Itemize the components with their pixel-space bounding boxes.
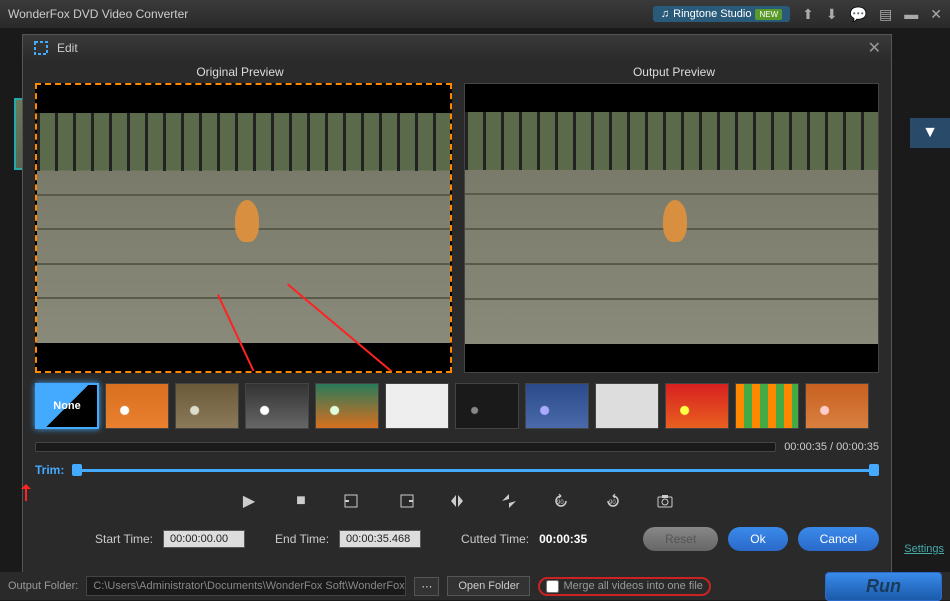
chevron-down-icon: ▼ (922, 124, 938, 142)
end-time-label: End Time: (275, 532, 329, 546)
effect-thumb[interactable] (525, 383, 589, 429)
browse-button[interactable]: ⋯ (414, 577, 439, 596)
effect-thumb[interactable] (245, 383, 309, 429)
effect-thumb[interactable] (385, 383, 449, 429)
close-app-icon[interactable]: ✕ (930, 6, 942, 23)
effects-strip: None (23, 373, 891, 437)
ringtone-icon: ♫ (661, 8, 669, 20)
end-time-input[interactable] (339, 530, 421, 548)
output-folder-label: Output Folder: (8, 580, 78, 592)
output-path-field[interactable]: C:\Users\Administrator\Documents\WonderF… (86, 576, 406, 596)
cutted-time-value: 00:00:35 (539, 532, 587, 546)
trim-slider[interactable] (72, 464, 879, 476)
flip-horizontal-button[interactable] (445, 491, 469, 511)
time-display: 00:00:35 / 00:00:35 (784, 441, 879, 453)
reset-button[interactable]: Reset (643, 527, 718, 551)
settings-link[interactable]: Settings (904, 543, 944, 555)
output-preview[interactable] (464, 83, 879, 373)
snapshot-button[interactable] (653, 491, 677, 511)
stop-button[interactable]: ■ (289, 491, 313, 511)
new-badge: NEW (755, 9, 782, 20)
mark-out-button[interactable] (393, 491, 417, 511)
progress-bar[interactable] (35, 442, 776, 452)
download-icon[interactable]: ⬇ (826, 6, 838, 23)
rotate-right-button[interactable]: 90 (601, 491, 625, 511)
merge-checkbox[interactable]: Merge all videos into one file (538, 577, 710, 596)
effect-thumb[interactable] (665, 383, 729, 429)
upload-icon[interactable]: ⬆ (802, 6, 814, 23)
feedback-icon[interactable]: 💬 (850, 6, 867, 23)
minimize-icon[interactable]: ▬ (904, 6, 918, 22)
app-titlebar: WonderFox DVD Video Converter ♫ Ringtone… (0, 0, 950, 28)
app-title: WonderFox DVD Video Converter (8, 7, 188, 21)
merge-checkbox-input[interactable] (546, 580, 559, 593)
open-folder-button[interactable]: Open Folder (447, 576, 530, 596)
playback-controls: ▶ ■ 90 90 (23, 483, 891, 519)
edit-dialog: Edit ✕ Original Preview Output Preview (22, 34, 892, 589)
svg-text:90: 90 (609, 500, 616, 506)
trim-start-handle[interactable] (72, 464, 82, 476)
effect-thumb[interactable] (805, 383, 869, 429)
effect-thumb[interactable] (175, 383, 239, 429)
bottom-bar: Output Folder: C:\Users\Administrator\Do… (0, 572, 950, 600)
edit-dialog-icon (33, 40, 49, 56)
output-preview-label: Output Preview (457, 65, 891, 79)
cutted-time-label: Cutted Time: (461, 532, 529, 546)
edit-dialog-title: Edit (57, 41, 78, 55)
rotate-left-button[interactable]: 90 (549, 491, 573, 511)
effect-thumb[interactable] (315, 383, 379, 429)
annotation-arrow (25, 485, 27, 501)
trim-label: Trim: (35, 463, 64, 477)
cancel-button[interactable]: Cancel (798, 527, 879, 551)
edit-close-button[interactable]: ✕ (868, 38, 881, 58)
flip-vertical-button[interactable] (497, 491, 521, 511)
mark-in-button[interactable] (341, 491, 365, 511)
ringtone-studio-button[interactable]: ♫ Ringtone Studio NEW (653, 6, 790, 22)
original-preview[interactable] (35, 83, 452, 373)
play-button[interactable]: ▶ (237, 491, 261, 511)
effect-thumb[interactable] (735, 383, 799, 429)
edit-titlebar: Edit ✕ (23, 35, 891, 61)
effect-thumb[interactable] (455, 383, 519, 429)
original-preview-label: Original Preview (23, 65, 457, 79)
effect-thumb[interactable] (105, 383, 169, 429)
menu-icon[interactable]: ▤ (879, 6, 892, 23)
effect-thumb[interactable] (595, 383, 659, 429)
run-button[interactable]: Run (825, 572, 942, 601)
format-dropdown[interactable]: ▼ (910, 118, 950, 148)
trim-end-handle[interactable] (869, 464, 879, 476)
svg-text:90: 90 (557, 500, 564, 506)
ok-button[interactable]: Ok (728, 527, 787, 551)
effect-none[interactable]: None (35, 383, 99, 429)
start-time-label: Start Time: (95, 532, 153, 546)
start-time-input[interactable] (163, 530, 245, 548)
